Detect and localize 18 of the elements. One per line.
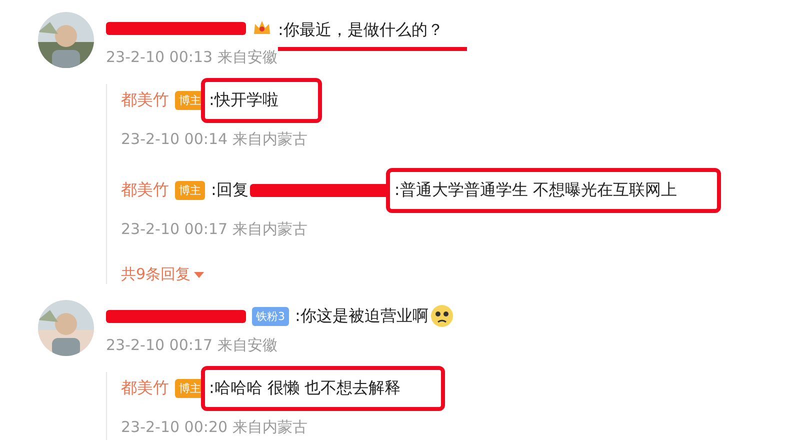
reply-time: 23-2-10 00:14 来自内蒙古: [121, 129, 308, 150]
author-badge: 博主: [175, 180, 205, 200]
comment-time: 23-2-10 00:17 来自安徽: [106, 335, 278, 356]
comment-text: :你最近，是做什么的？: [278, 20, 468, 50]
fan-badge: 铁粉3: [252, 306, 289, 326]
reply-time: 23-2-10 00:20 来自内蒙古: [121, 417, 308, 438]
reply-author[interactable]: 都美竹: [121, 90, 169, 110]
comment-time: 23-2-10 00:13 来自安徽: [106, 47, 278, 68]
reply-text: :普通大学普通学生 不想曝光在互联网上: [386, 168, 721, 212]
more-replies-link[interactable]: 共9条回复: [121, 265, 204, 284]
reply-text: :快开学啦: [201, 78, 322, 122]
reply-author[interactable]: 都美竹: [121, 378, 169, 398]
caret-icon: [194, 272, 204, 278]
reply-author[interactable]: 都美竹: [121, 180, 169, 200]
reply-text: :哈哈哈 很懒 也不想去解释: [201, 366, 445, 410]
comment-text: :你这是被迫营业啊: [295, 306, 428, 326]
reply-time: 23-2-10 00:17 来自内蒙古: [121, 219, 308, 240]
reply-prefix: :回复: [211, 180, 248, 200]
